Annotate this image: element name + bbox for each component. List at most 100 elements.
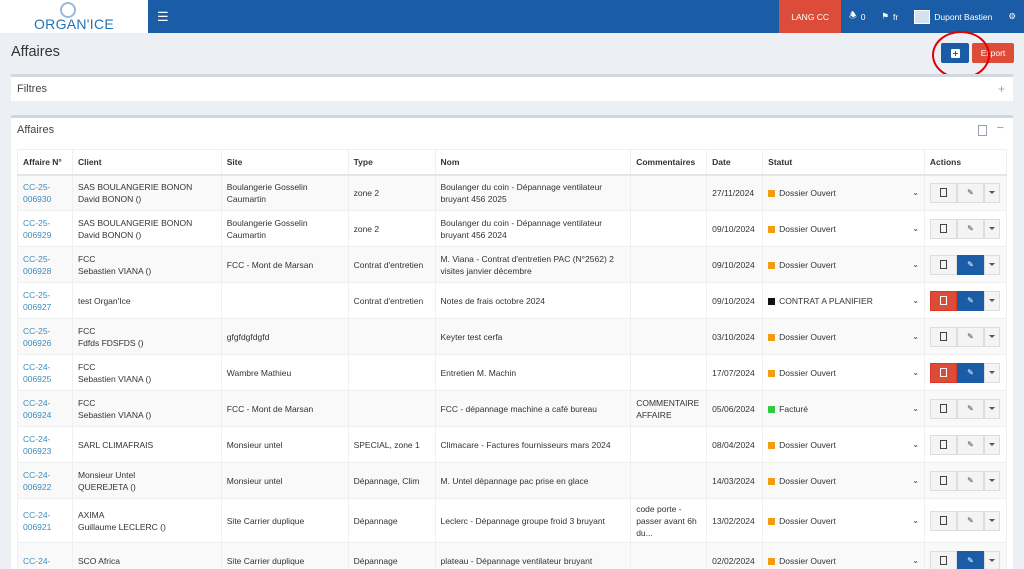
- chevron-down-icon[interactable]: ⌄: [912, 187, 919, 199]
- expand-filters-icon[interactable]: +: [998, 82, 1005, 96]
- more-actions-dropdown[interactable]: [983, 434, 1000, 455]
- more-actions-dropdown[interactable]: [983, 398, 1000, 419]
- more-actions-dropdown[interactable]: [983, 362, 1000, 383]
- statut-cell[interactable]: Dossier Ouvert ⌄: [762, 174, 925, 211]
- affaire-link[interactable]: CC-24-006925: [23, 362, 51, 384]
- chevron-down-icon[interactable]: ⌄: [912, 367, 919, 379]
- pdf-icon[interactable]: [978, 125, 987, 136]
- edit-button[interactable]: ✎: [956, 326, 984, 347]
- col-date[interactable]: Date: [706, 149, 764, 176]
- col-affaire-num[interactable]: Affaire N°: [17, 149, 73, 176]
- statut-cell[interactable]: CONTRAT A PLANIFIER ⌄: [762, 282, 925, 319]
- nom-cell: Entretien M. Machin: [434, 354, 632, 391]
- statut-cell[interactable]: Dossier Ouvert ⌄: [762, 542, 925, 569]
- statut-cell[interactable]: Dossier Ouvert ⌄: [762, 210, 925, 247]
- document-button[interactable]: [929, 550, 957, 569]
- edit-button[interactable]: ✎: [956, 550, 984, 569]
- affaire-link[interactable]: CC-25-006926: [23, 326, 51, 348]
- statut-cell[interactable]: Dossier Ouvert ⌄: [762, 354, 925, 391]
- language-flag-button[interactable]: ⚑ fr: [873, 11, 906, 22]
- bars-icon[interactable]: ☰: [157, 9, 169, 25]
- document-button[interactable]: [929, 470, 957, 491]
- col-client[interactable]: Client: [71, 149, 222, 176]
- edit-button[interactable]: ✎: [956, 362, 984, 383]
- lang-button[interactable]: LANG CC: [779, 0, 842, 33]
- chevron-down-icon[interactable]: ⌄: [912, 223, 919, 235]
- affaire-link[interactable]: CC-25-006930: [23, 182, 51, 204]
- table-row[interactable]: CC-24-006925 FCC Sebastien VIANA () Wambre …: [17, 354, 1008, 391]
- table-row[interactable]: CC-24-006924 FCC Sebastien VIANA () FCC - M…: [17, 390, 1008, 427]
- date-cell: 17/07/2024: [706, 354, 764, 391]
- more-actions-dropdown[interactable]: [983, 510, 1000, 531]
- affaire-link[interactable]: CC-24-006922: [23, 470, 51, 492]
- affaire-link[interactable]: CC-25-006927: [23, 290, 51, 312]
- document-button[interactable]: [929, 290, 957, 311]
- col-site[interactable]: Site: [220, 149, 349, 176]
- chevron-down-icon[interactable]: ⌄: [912, 475, 919, 487]
- more-actions-dropdown[interactable]: [983, 182, 1000, 203]
- chevron-down-icon[interactable]: ⌄: [912, 331, 919, 343]
- table-row[interactable]: CC-24-006921 AXIMA Guillaume LECLERC () Sit…: [17, 498, 1008, 543]
- status-label: Dossier Ouvert: [779, 259, 836, 270]
- table-row[interactable]: CC-24-006922 Monsieur Untel QUEREJETA () Mo…: [17, 462, 1008, 499]
- affaire-link[interactable]: CC-24-: [23, 556, 50, 566]
- nom-cell: Boulanger du coin - Dépannage ventilateu…: [434, 210, 632, 247]
- chevron-down-icon[interactable]: ⌄: [912, 515, 919, 527]
- col-type[interactable]: Type: [347, 149, 436, 176]
- edit-button[interactable]: ✎: [956, 290, 984, 311]
- col-statut[interactable]: Statut: [762, 149, 925, 176]
- affaire-link[interactable]: CC-25-006928: [23, 254, 51, 276]
- edit-button[interactable]: ✎: [956, 470, 984, 491]
- statut-cell[interactable]: Dossier Ouvert ⌄: [762, 426, 925, 463]
- chevron-down-icon[interactable]: ⌄: [912, 555, 919, 567]
- logo[interactable]: ORGAN'ICE: [0, 0, 148, 33]
- more-actions-dropdown[interactable]: [983, 290, 1000, 311]
- statut-cell[interactable]: Facturé ⌄: [762, 390, 925, 427]
- statut-cell[interactable]: Dossier Ouvert ⌄: [762, 498, 925, 543]
- document-button[interactable]: [929, 510, 957, 531]
- document-button[interactable]: [929, 398, 957, 419]
- document-button[interactable]: [929, 218, 957, 239]
- col-commentaires[interactable]: Commentaires: [630, 149, 708, 176]
- table-row[interactable]: CC-25-006930 SAS BOULANGERIE BONON David B…: [17, 174, 1008, 211]
- table-row[interactable]: CC-25-006926 FCC Fdfds FDSFDS () gfgfdgfdgf…: [17, 318, 1008, 355]
- user-menu[interactable]: Dupont Bastien: [906, 9, 1000, 24]
- client-company: test Organ'Ice: [77, 295, 131, 306]
- statut-cell[interactable]: Dossier Ouvert ⌄: [762, 246, 925, 283]
- affaire-link[interactable]: CC-24-006924: [23, 398, 51, 420]
- document-button[interactable]: [929, 362, 957, 383]
- edit-button[interactable]: ✎: [956, 510, 984, 531]
- statut-cell[interactable]: Dossier Ouvert ⌄: [762, 462, 925, 499]
- cogs-icon[interactable]: ⚙: [1000, 11, 1024, 22]
- document-button[interactable]: [929, 254, 957, 275]
- collapse-icon[interactable]: −: [996, 120, 1004, 135]
- col-nom[interactable]: Nom: [434, 149, 632, 176]
- more-actions-dropdown[interactable]: [983, 254, 1000, 275]
- chevron-down-icon[interactable]: ⌄: [912, 295, 919, 307]
- statut-cell[interactable]: Dossier Ouvert ⌄: [762, 318, 925, 355]
- more-actions-dropdown[interactable]: [983, 326, 1000, 347]
- document-button[interactable]: [929, 326, 957, 347]
- chevron-down-icon[interactable]: ⌄: [912, 403, 919, 415]
- table-row[interactable]: CC-24- SCO Africa Site Carrier duplique Dép…: [17, 542, 1008, 569]
- edit-button[interactable]: ✎: [956, 434, 984, 455]
- affaire-link[interactable]: CC-25-006929: [23, 218, 51, 240]
- more-actions-dropdown[interactable]: [983, 470, 1000, 491]
- edit-button[interactable]: ✎: [956, 182, 984, 203]
- more-actions-dropdown[interactable]: [983, 218, 1000, 239]
- edit-button[interactable]: ✎: [956, 398, 984, 419]
- edit-button[interactable]: ✎: [956, 218, 984, 239]
- document-button[interactable]: [929, 434, 957, 455]
- table-row[interactable]: CC-25-006928 FCC Sebastien VIANA () FCC - M…: [17, 246, 1008, 283]
- edit-button[interactable]: ✎: [956, 254, 984, 275]
- table-row[interactable]: CC-25-006929 SAS BOULANGERIE BONON David B…: [17, 210, 1008, 247]
- affaire-link[interactable]: CC-24-006921: [23, 510, 51, 532]
- chevron-down-icon[interactable]: ⌄: [912, 259, 919, 271]
- notifications-button[interactable]: 🕭 0: [841, 10, 873, 24]
- table-row[interactable]: CC-24-006923 SARL CLIMAFRAIS Monsieur unte…: [17, 426, 1008, 463]
- chevron-down-icon[interactable]: ⌄: [912, 439, 919, 451]
- more-actions-dropdown[interactable]: [983, 550, 1000, 569]
- table-row[interactable]: CC-25-006927 test Organ'Ice Contrat d'entr…: [17, 282, 1008, 319]
- document-button[interactable]: [929, 182, 957, 203]
- affaire-link[interactable]: CC-24-006923: [23, 434, 51, 456]
